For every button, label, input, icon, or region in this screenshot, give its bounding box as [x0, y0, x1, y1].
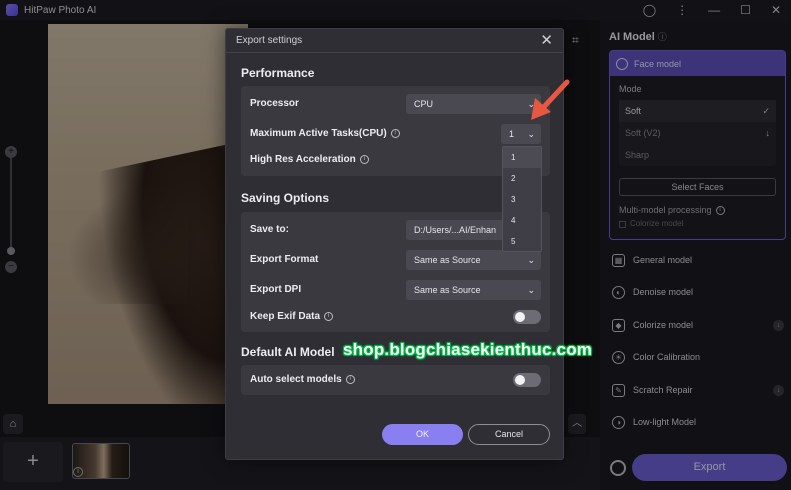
annotation-arrow-icon — [531, 79, 570, 120]
processor-select[interactable]: CPU ⌄ — [406, 94, 541, 114]
dropdown-option[interactable]: 5 — [503, 231, 541, 252]
keep-exif-toggle[interactable] — [513, 310, 541, 324]
watermark-text: shop.blogchiasekienthuc.com — [343, 340, 593, 359]
export-settings-dialog: Export settings ✕ Performance Processor … — [225, 28, 564, 460]
close-icon[interactable]: ✕ — [540, 31, 553, 49]
saving-options-title: Saving Options — [241, 191, 330, 205]
chevron-down-icon: ⌄ — [527, 129, 535, 139]
performance-title: Performance — [241, 66, 315, 80]
auto-select-label: Auto select models i — [250, 374, 355, 385]
cancel-button[interactable]: Cancel — [468, 424, 550, 445]
save-to-label: Save to: — [250, 224, 289, 235]
processor-label: Processor — [250, 98, 299, 109]
high-res-label: High Res Acceleration i — [250, 154, 369, 165]
dropdown-option[interactable]: 2 — [503, 168, 541, 189]
chevron-down-icon: ⌄ — [527, 285, 535, 295]
info-icon[interactable]: i — [324, 311, 334, 321]
divider — [226, 52, 563, 53]
keep-exif-label: Keep Exif Data i — [250, 311, 334, 322]
dropdown-option[interactable]: 3 — [503, 189, 541, 210]
max-tasks-dropdown: 1 2 3 4 5 — [502, 146, 542, 252]
max-tasks-label: Maximum Active Tasks(CPU) i — [250, 128, 400, 139]
dialog-title: Export settings — [236, 35, 303, 46]
export-format-select[interactable]: Same as Source ⌄ — [406, 250, 541, 270]
max-tasks-select[interactable]: 1 ⌄ — [501, 124, 541, 144]
export-dpi-label: Export DPI — [250, 284, 302, 295]
chevron-down-icon: ⌄ — [527, 255, 535, 265]
default-model-group: Auto select models i — [241, 365, 550, 395]
export-format-label: Export Format — [250, 254, 319, 265]
info-icon[interactable]: i — [390, 128, 400, 138]
info-icon[interactable]: i — [345, 374, 355, 384]
info-icon[interactable]: i — [359, 154, 369, 164]
auto-select-toggle[interactable] — [513, 373, 541, 387]
ok-button[interactable]: OK — [382, 424, 463, 445]
dropdown-option[interactable]: 1 — [503, 147, 541, 168]
export-dpi-select[interactable]: Same as Source ⌄ — [406, 280, 541, 300]
dropdown-option[interactable]: 4 — [503, 210, 541, 231]
default-model-title: Default AI Model — [241, 345, 335, 359]
